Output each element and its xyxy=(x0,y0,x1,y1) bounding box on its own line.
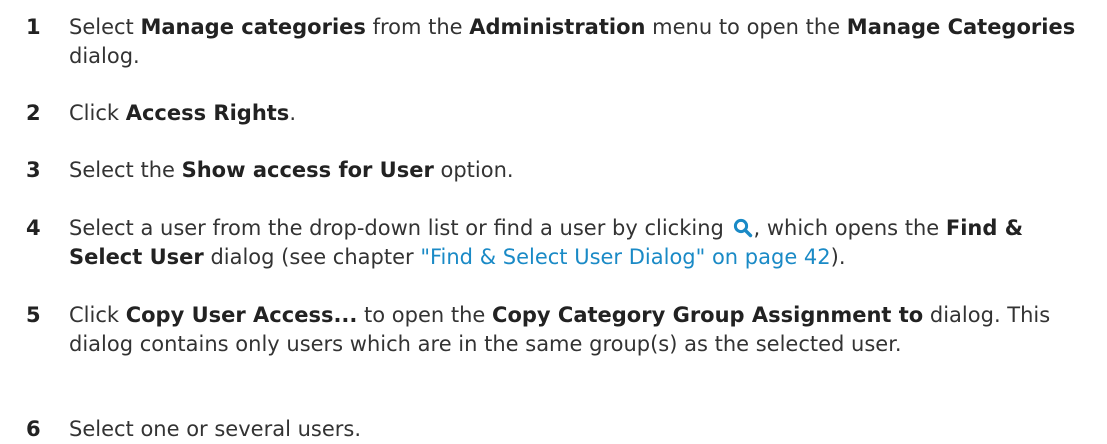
option-term: Show access for User xyxy=(181,158,434,182)
step-text: Click Access Rights. xyxy=(69,101,296,125)
step-text: Select a user from the drop-down list or… xyxy=(69,216,1024,269)
menu-term: Administration xyxy=(469,15,646,39)
chapter-link[interactable]: "Find & Select User Dialog" on page 42 xyxy=(420,245,830,269)
step-number: 2 xyxy=(26,101,41,125)
search-icon xyxy=(733,218,752,238)
step-text: Click Copy User Access... to open the Co… xyxy=(69,303,1051,356)
button-term: Copy User Access... xyxy=(125,303,358,327)
step-number: 3 xyxy=(26,158,41,182)
step-text: Select the Show access for User option. xyxy=(69,158,514,182)
step-number: 5 xyxy=(26,303,41,327)
step-number: 1 xyxy=(26,15,41,39)
dialog-term: Copy Category Group Assignment to xyxy=(492,303,924,327)
step-number: 6 xyxy=(26,417,41,441)
dialog-term: Manage Categories xyxy=(846,15,1076,39)
step-text: Select Manage categories from the Admini… xyxy=(69,15,1076,68)
button-term: Access Rights xyxy=(125,101,290,125)
menu-item-term: Manage categories xyxy=(140,15,366,39)
step-number: 4 xyxy=(26,216,41,240)
step-text: Select one or several users. xyxy=(69,417,362,441)
